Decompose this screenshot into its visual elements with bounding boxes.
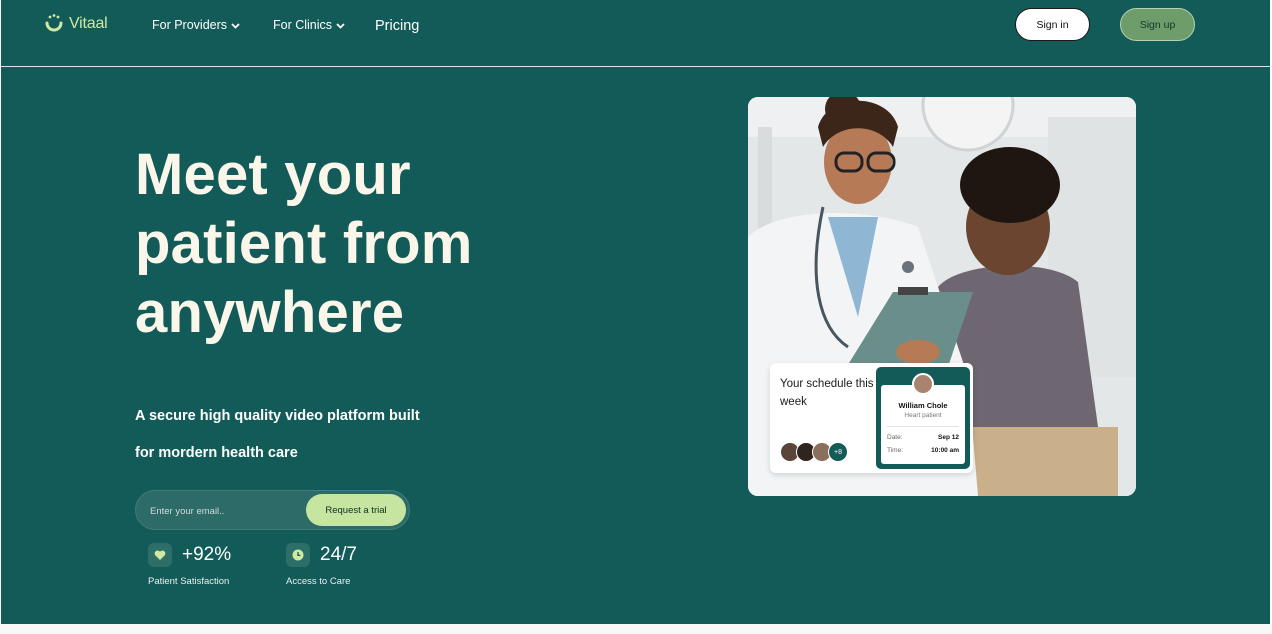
appointment-date-row: Date: Sep 12 xyxy=(887,434,959,441)
logo-icon xyxy=(45,14,63,32)
nav-for-clinics-label: For Clinics xyxy=(273,18,333,32)
time-value: 10:00 am xyxy=(931,447,959,454)
more-avatars-badge: +8 xyxy=(828,442,848,462)
patient-card-body: William Chole Heart patient Date: Sep 12… xyxy=(881,385,965,464)
email-signup-form: Request a trial xyxy=(135,490,410,530)
time-label: Time: xyxy=(887,447,904,454)
email-input[interactable] xyxy=(150,502,300,520)
sign-up-button[interactable]: Sign up xyxy=(1120,8,1195,41)
top-navbar: Vitaal For Providers For Clinics Pricing… xyxy=(1,0,1270,66)
heart-icon xyxy=(148,543,172,567)
patient-card[interactable]: William Chole Heart patient Date: Sep 12… xyxy=(876,367,970,469)
date-label: Date: xyxy=(887,434,903,441)
appointment-time-row: Time: 10:00 am xyxy=(887,447,959,454)
patient-name: William Chole xyxy=(898,401,948,410)
navbar-divider xyxy=(1,66,1270,67)
hero-subline-2: for mordern health care xyxy=(135,445,298,461)
nav-pricing[interactable]: Pricing xyxy=(375,18,419,34)
hero-headline: Meet your patient from anywhere xyxy=(135,142,473,345)
nav-for-providers-label: For Providers xyxy=(152,18,228,32)
sign-in-button[interactable]: Sign in xyxy=(1015,8,1090,41)
stat-value: 24/7 xyxy=(320,544,357,565)
schedule-card: Your schedule this week +8 William Chole… xyxy=(770,363,973,473)
hero-subline-1: A secure high quality video platform bui… xyxy=(135,408,420,424)
stat-patient-satisfaction: +92% Patient Satisfaction xyxy=(148,543,231,587)
schedule-title: Your schedule this week xyxy=(780,378,874,408)
stat-label: Patient Satisfaction xyxy=(148,576,230,587)
chevron-down-icon xyxy=(336,23,345,29)
stat-value: +92% xyxy=(182,544,232,565)
date-value: Sep 12 xyxy=(938,434,959,441)
divider xyxy=(887,426,959,427)
chevron-down-icon xyxy=(231,23,240,29)
stat-access-to-care: 24/7 Access to Care xyxy=(286,543,357,587)
clock-icon xyxy=(286,543,310,567)
patient-avatar xyxy=(912,373,934,395)
stat-label: Access to Care xyxy=(286,576,351,587)
patient-avatars: +8 xyxy=(780,442,848,462)
request-trial-button[interactable]: Request a trial xyxy=(306,494,406,526)
nav-for-providers[interactable]: For Providers xyxy=(152,18,240,32)
nav-for-clinics[interactable]: For Clinics xyxy=(273,18,345,32)
logo[interactable]: Vitaal xyxy=(44,13,108,35)
next-section-edge xyxy=(0,624,1272,634)
brand-name: Vitaal xyxy=(69,15,108,32)
patient-condition: Heart patient xyxy=(904,412,942,419)
